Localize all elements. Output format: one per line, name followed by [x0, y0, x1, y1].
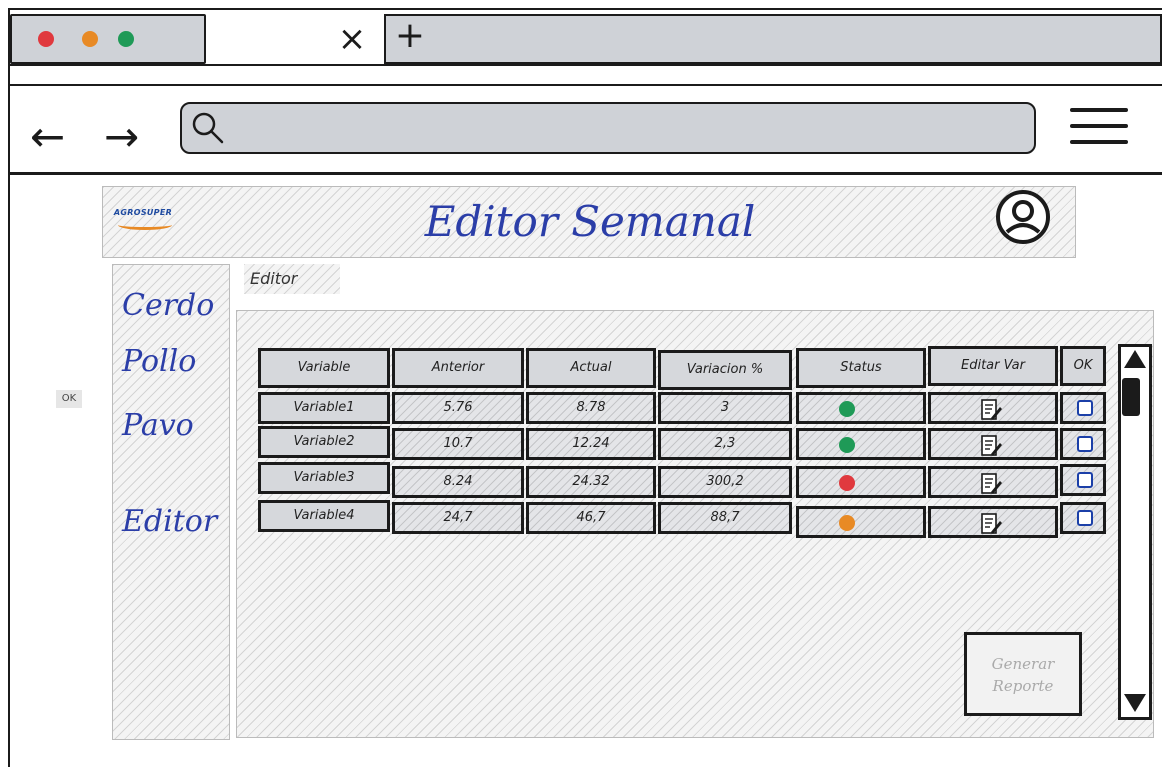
row-checkbox[interactable] [1077, 510, 1093, 526]
user-avatar-icon[interactable] [994, 188, 1052, 246]
column-header-ok: OK [1060, 346, 1106, 386]
forward-arrow-icon[interactable]: → [104, 112, 164, 162]
edit-note-icon[interactable] [979, 512, 1003, 536]
edit-note-icon[interactable] [979, 398, 1003, 422]
column-header-anterior: Anterior [392, 348, 524, 388]
edit-note-icon[interactable] [979, 434, 1003, 458]
navbar-bottom-border [8, 172, 1162, 175]
window-minimize-dot[interactable] [82, 31, 98, 47]
table-cell-ok [1060, 392, 1106, 424]
table-cell-variable: Variable2 [258, 426, 390, 458]
ok-label[interactable]: OK [56, 390, 82, 408]
table-cell-anterior: 5.76 [392, 392, 524, 424]
status-indicator-icon [839, 401, 855, 417]
table-cell-anterior: 8.24 [392, 466, 524, 498]
table-cell-ok [1060, 428, 1106, 460]
scrollbar-thumb[interactable] [1122, 378, 1140, 416]
row-checkbox[interactable] [1077, 472, 1093, 488]
sidebar-item-editor[interactable]: Editor [122, 502, 232, 542]
column-header-variacion: Variacion % [658, 350, 792, 390]
brand-logo: AGROSUPER [108, 206, 178, 236]
window-close-dot[interactable] [38, 31, 54, 47]
menu-bar [1070, 108, 1128, 112]
breadcrumb: Editor [244, 264, 340, 294]
page-title: Editor Semanal [424, 197, 756, 246]
table-cell-status [796, 428, 926, 460]
navbar-top-border [8, 84, 1162, 86]
menu-bar [1070, 124, 1128, 128]
new-tab-icon[interactable]: + [390, 16, 430, 60]
table-cell-anterior: 24,7 [392, 502, 524, 534]
row-checkbox[interactable] [1077, 400, 1093, 416]
scroll-down-icon[interactable] [1120, 690, 1150, 716]
table-cell-variacion: 2,3 [658, 428, 792, 460]
table-cell-variable: Variable4 [258, 500, 390, 532]
column-header-actual: Actual [526, 348, 656, 388]
table-cell-ok [1060, 464, 1106, 496]
table-cell-status [796, 506, 926, 538]
search-icon [190, 110, 226, 146]
new-tab-area[interactable] [384, 14, 1162, 64]
window-maximize-dot[interactable] [118, 31, 134, 47]
tab-close-icon[interactable]: × [330, 18, 374, 60]
column-header-variable: Variable [258, 348, 390, 388]
menu-bar [1070, 140, 1128, 144]
table-cell-edit [928, 428, 1058, 460]
generate-report-label-line1: Generar [991, 655, 1055, 673]
brand-logo-text: AGROSUPER [113, 208, 173, 217]
table-cell-status [796, 392, 926, 424]
generate-report-button[interactable]: Generar Reporte [964, 632, 1082, 716]
back-arrow-icon[interactable]: ← [30, 112, 90, 162]
status-indicator-icon [839, 515, 855, 531]
scroll-up-icon[interactable] [1120, 346, 1150, 372]
sidebar-item-cerdo[interactable]: Cerdo [122, 286, 232, 326]
table-cell-actual: 24.32 [526, 466, 656, 498]
status-indicator-icon [839, 437, 855, 453]
hamburger-menu-icon[interactable] [1070, 104, 1130, 154]
table-cell-actual: 12.24 [526, 428, 656, 460]
table-cell-variacion: 88,7 [658, 502, 792, 534]
status-indicator-icon [839, 475, 855, 491]
table-cell-edit [928, 466, 1058, 498]
tab-divider [8, 64, 1162, 66]
table-cell-variacion: 3 [658, 392, 792, 424]
table-cell-status [796, 466, 926, 498]
table-cell-edit [928, 506, 1058, 538]
row-checkbox[interactable] [1077, 436, 1093, 452]
table-cell-edit [928, 392, 1058, 424]
table-cell-ok [1060, 502, 1106, 534]
address-bar[interactable] [180, 102, 1036, 154]
table-cell-actual: 8.78 [526, 392, 656, 424]
table-cell-variacion: 300,2 [658, 466, 792, 498]
column-header-editar-var: Editar Var [928, 346, 1058, 386]
table-cell-anterior: 10.7 [392, 428, 524, 460]
table-cell-variable: Variable3 [258, 462, 390, 494]
sidebar-item-pavo[interactable]: Pavo [122, 406, 232, 446]
column-header-status: Status [796, 348, 926, 388]
sidebar-item-pollo[interactable]: Pollo [122, 342, 232, 382]
table-cell-variable: Variable1 [258, 392, 390, 424]
generate-report-label-line2: Reporte [992, 677, 1054, 695]
edit-note-icon[interactable] [979, 472, 1003, 496]
logo-swoosh [118, 220, 172, 230]
table-cell-actual: 46,7 [526, 502, 656, 534]
